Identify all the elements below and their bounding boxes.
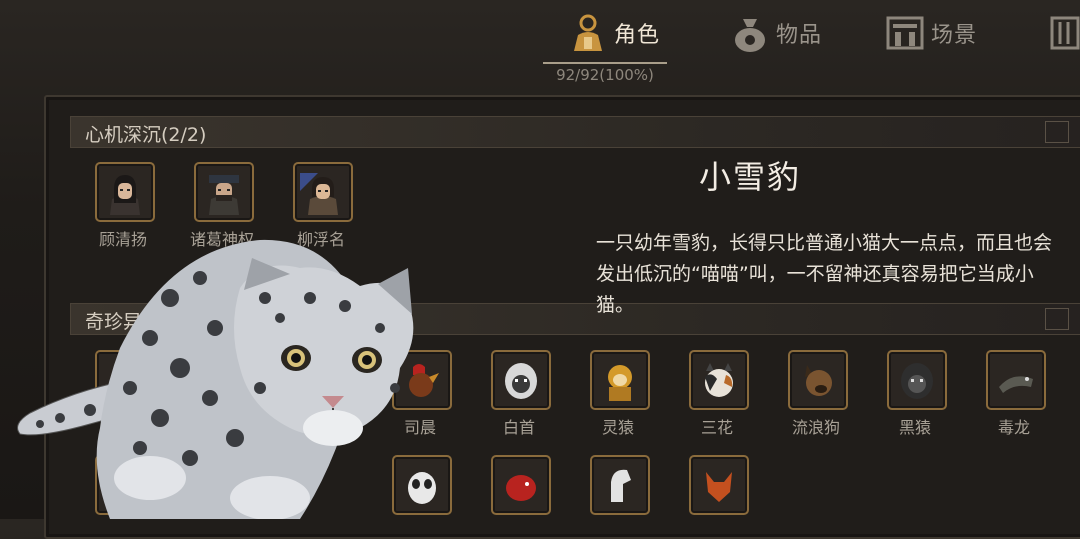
calico-cat-icon <box>705 363 733 397</box>
animal-card-row3-5[interactable] <box>689 455 749 515</box>
character-portrait-icon <box>110 175 140 215</box>
animal-card-lingyuan[interactable] <box>590 350 650 410</box>
golden-monkey-icon <box>608 365 632 401</box>
collection-progress: 92/92(100%) <box>556 66 654 84</box>
white-horse-icon <box>611 469 631 502</box>
animal-card-liulanggou[interactable] <box>788 350 848 410</box>
tab-items[interactable]: 物品 <box>730 10 822 56</box>
fox-icon <box>706 472 732 502</box>
white-ape-icon <box>505 363 537 399</box>
lizard-icon <box>999 376 1033 393</box>
animal-card-row3-3[interactable] <box>491 455 551 515</box>
tab-scenes[interactable]: 场景 <box>885 10 977 56</box>
section-header-scheming[interactable]: 心机深沉(2/2) <box>70 116 1080 148</box>
tab-characters[interactable]: 角色 <box>568 10 660 56</box>
animal-name: 毒龙 <box>997 418 1030 437</box>
tab-more[interactable] <box>1045 10 1080 56</box>
dog-icon <box>805 365 832 396</box>
tab-items-label: 物品 <box>776 23 823 48</box>
character-icon <box>568 13 608 53</box>
section-title: 心机深沉(2/2) <box>85 124 207 146</box>
animal-card-dulong[interactable] <box>986 350 1046 410</box>
character-card-gu-qingyang[interactable] <box>95 162 155 222</box>
snow-leopard-illustration <box>17 239 414 519</box>
section-ornament-icon <box>1045 121 1069 143</box>
tab-scenes-label: 场景 <box>931 23 978 48</box>
animal-card-heiyuan[interactable] <box>887 350 947 410</box>
character-portrait-icon <box>300 173 338 215</box>
animal-name: 白首 <box>502 418 535 437</box>
animal-card-baishou[interactable] <box>491 350 551 410</box>
character-card-liu-fuming[interactable] <box>293 162 353 222</box>
active-tab-indicator <box>543 62 667 64</box>
black-ape-icon <box>901 363 933 399</box>
animal-card-row3-4[interactable] <box>590 455 650 515</box>
animal-name: 流浪狗 <box>791 418 840 437</box>
item-bag-icon <box>730 13 770 53</box>
red-creature-icon <box>506 475 536 501</box>
top-tab-bar: 角色 物品 场景 <box>0 0 1080 68</box>
scroll-icon <box>1045 13 1080 53</box>
animal-card-sanhua[interactable] <box>689 350 749 410</box>
detail-title: 小雪豹 <box>698 158 801 196</box>
character-card-zhuge-shenquan[interactable] <box>194 162 254 222</box>
animal-name: 三花 <box>700 418 733 437</box>
detail-description: 一只幼年雪豹，长得只比普通小猫大一点点，而且也会发出低沉的“喵喵”叫，一不留神还… <box>596 232 1053 316</box>
scene-gate-icon <box>885 13 925 53</box>
animal-name: 灵猿 <box>601 418 634 437</box>
tab-characters-label: 角色 <box>614 23 661 48</box>
character-portrait-icon <box>209 175 239 215</box>
animal-name: 黑猿 <box>898 418 931 437</box>
